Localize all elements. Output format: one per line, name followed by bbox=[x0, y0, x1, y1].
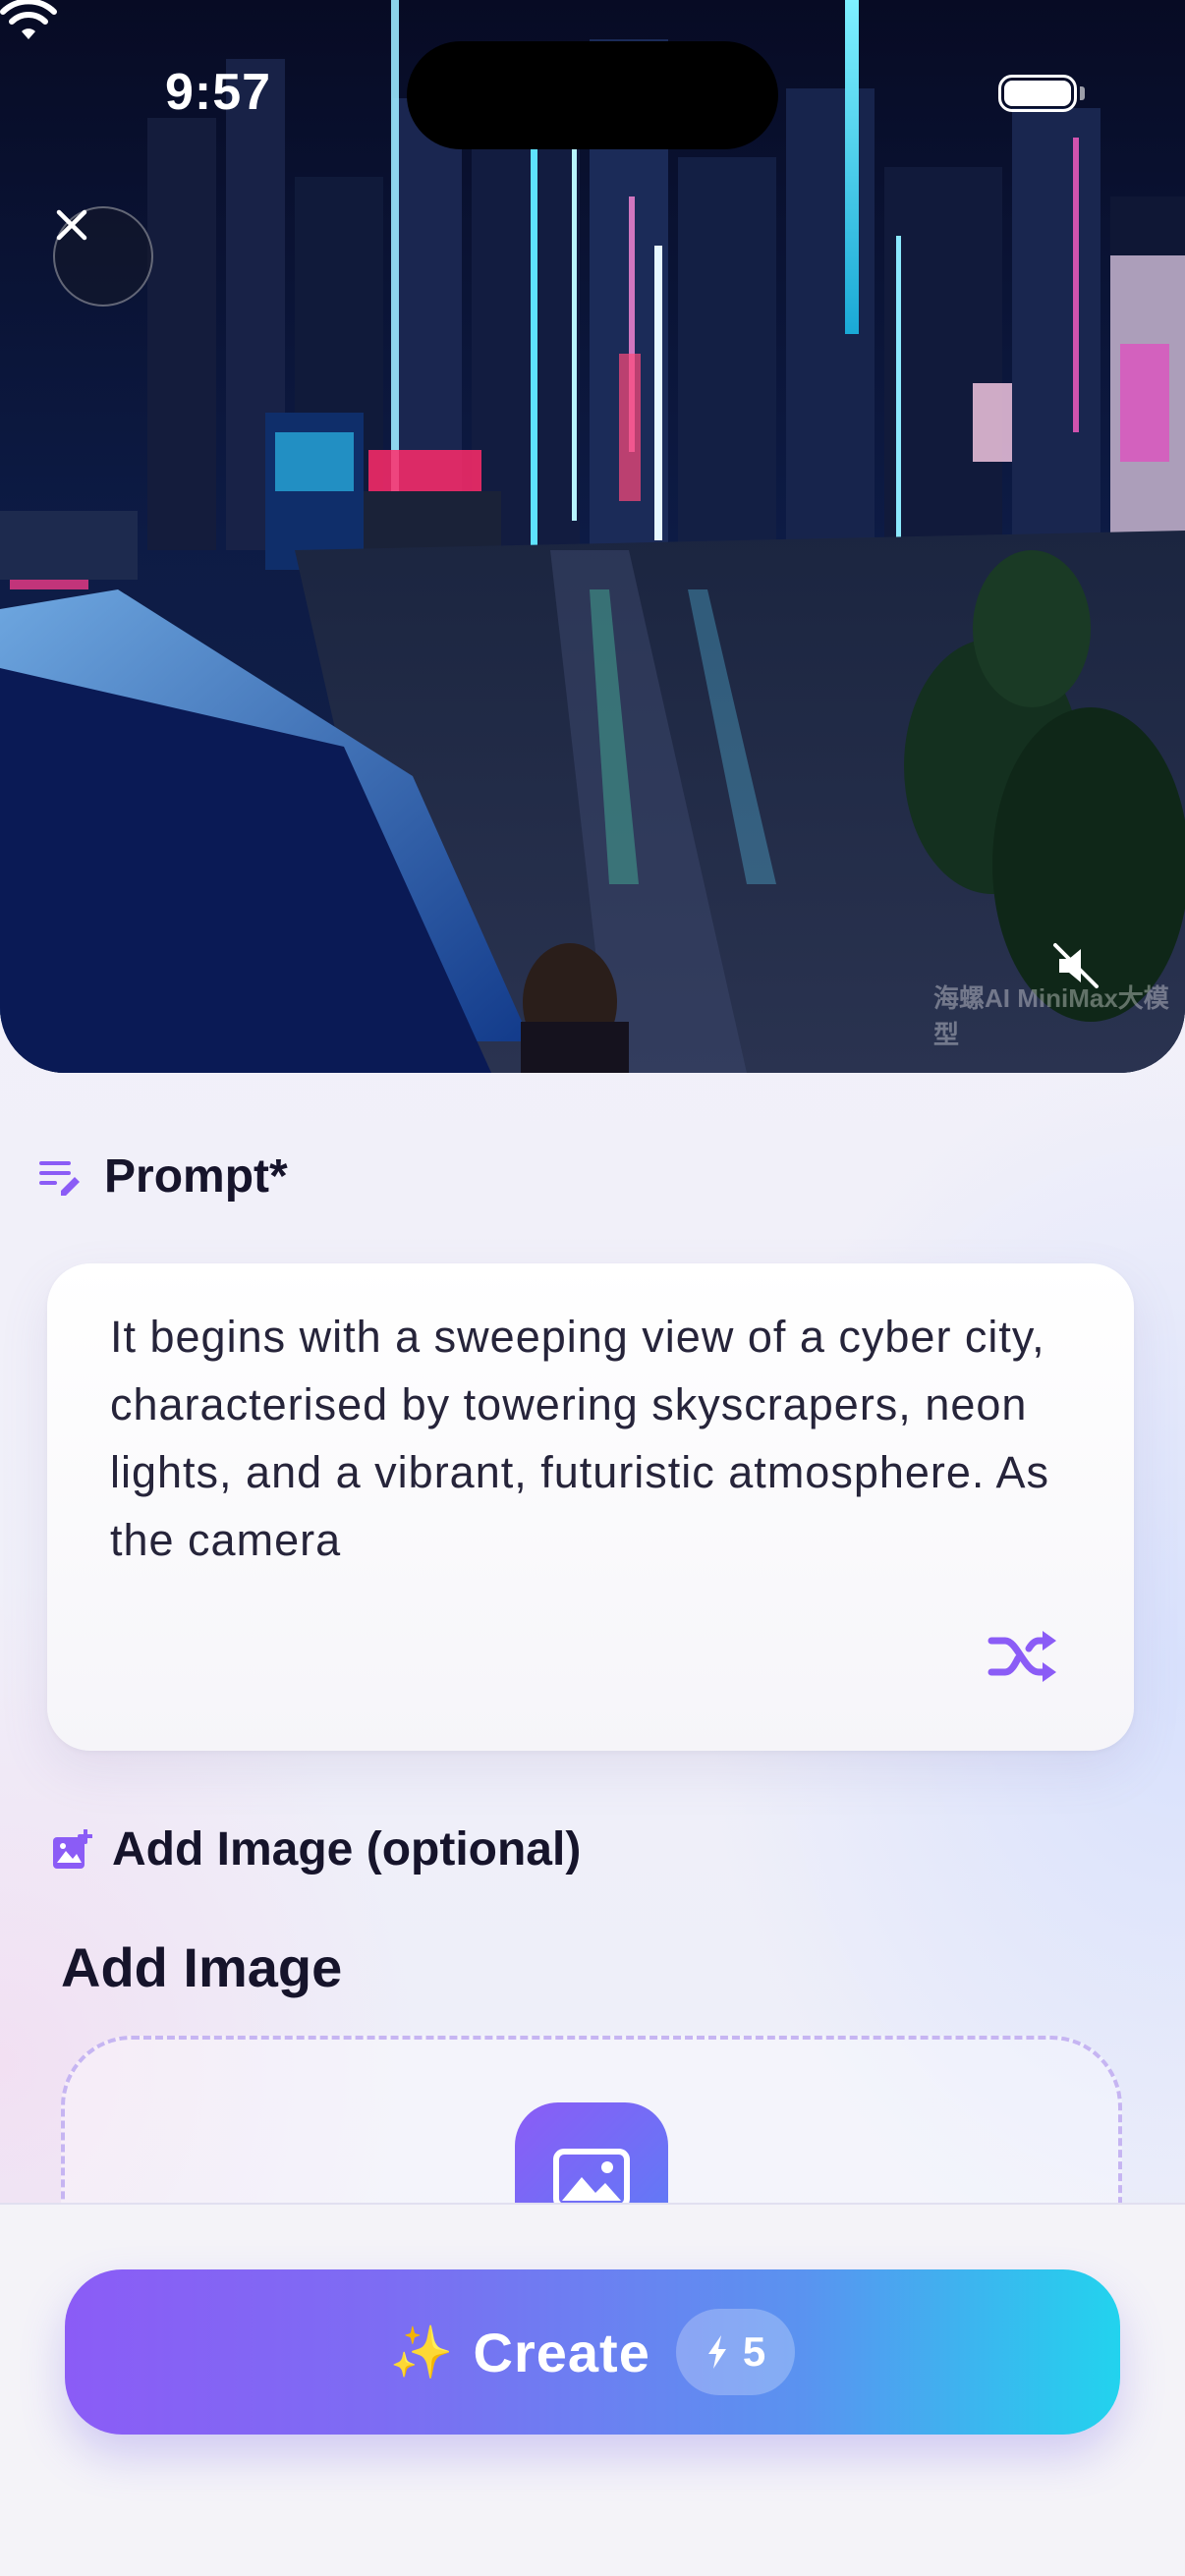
prompt-input[interactable]: It begins with a sweeping view of a cybe… bbox=[47, 1263, 1134, 1751]
close-button[interactable] bbox=[53, 206, 153, 307]
dynamic-island bbox=[407, 41, 778, 149]
close-icon bbox=[56, 209, 87, 241]
add-photo-icon bbox=[53, 1828, 92, 1869]
add-image-header: Add Image (optional) bbox=[51, 1822, 581, 1876]
video-generator-screen: 9:57 海螺AI MiniMax大模型 Prompt* It begins w… bbox=[0, 0, 1185, 2576]
add-image-title: Add Image bbox=[61, 1936, 343, 1998]
create-button[interactable]: ✨ Create 5 bbox=[65, 2269, 1120, 2435]
wifi-icon bbox=[0, 0, 57, 39]
add-image-label: Add Image (optional) bbox=[112, 1823, 582, 1876]
lightning-icon bbox=[707, 2335, 726, 2369]
prompt-text[interactable]: It begins with a sweeping view of a cybe… bbox=[110, 1303, 1093, 1574]
sparkle-icon: ✨ bbox=[389, 2324, 454, 2381]
status-time: 9:57 bbox=[165, 64, 272, 121]
image-icon bbox=[553, 2149, 630, 2210]
cyber-city-scene bbox=[0, 0, 1185, 1073]
shuffle-icon bbox=[988, 1631, 1056, 1682]
prompt-label: Prompt* bbox=[104, 1150, 288, 1203]
shuffle-prompt-button[interactable] bbox=[981, 1617, 1069, 1696]
credit-cost-badge: 5 bbox=[675, 2309, 796, 2395]
speaker-muted-icon bbox=[1053, 943, 1099, 988]
video-preview[interactable]: 9:57 海螺AI MiniMax大模型 bbox=[0, 0, 1185, 1073]
edit-lines-icon bbox=[39, 1160, 80, 1196]
prompt-header: Prompt* bbox=[39, 1149, 288, 1204]
create-label: Create bbox=[473, 2321, 650, 2383]
credit-cost-value: 5 bbox=[742, 2328, 766, 2375]
battery-icon bbox=[998, 75, 1077, 112]
mute-button[interactable] bbox=[1051, 941, 1114, 1004]
